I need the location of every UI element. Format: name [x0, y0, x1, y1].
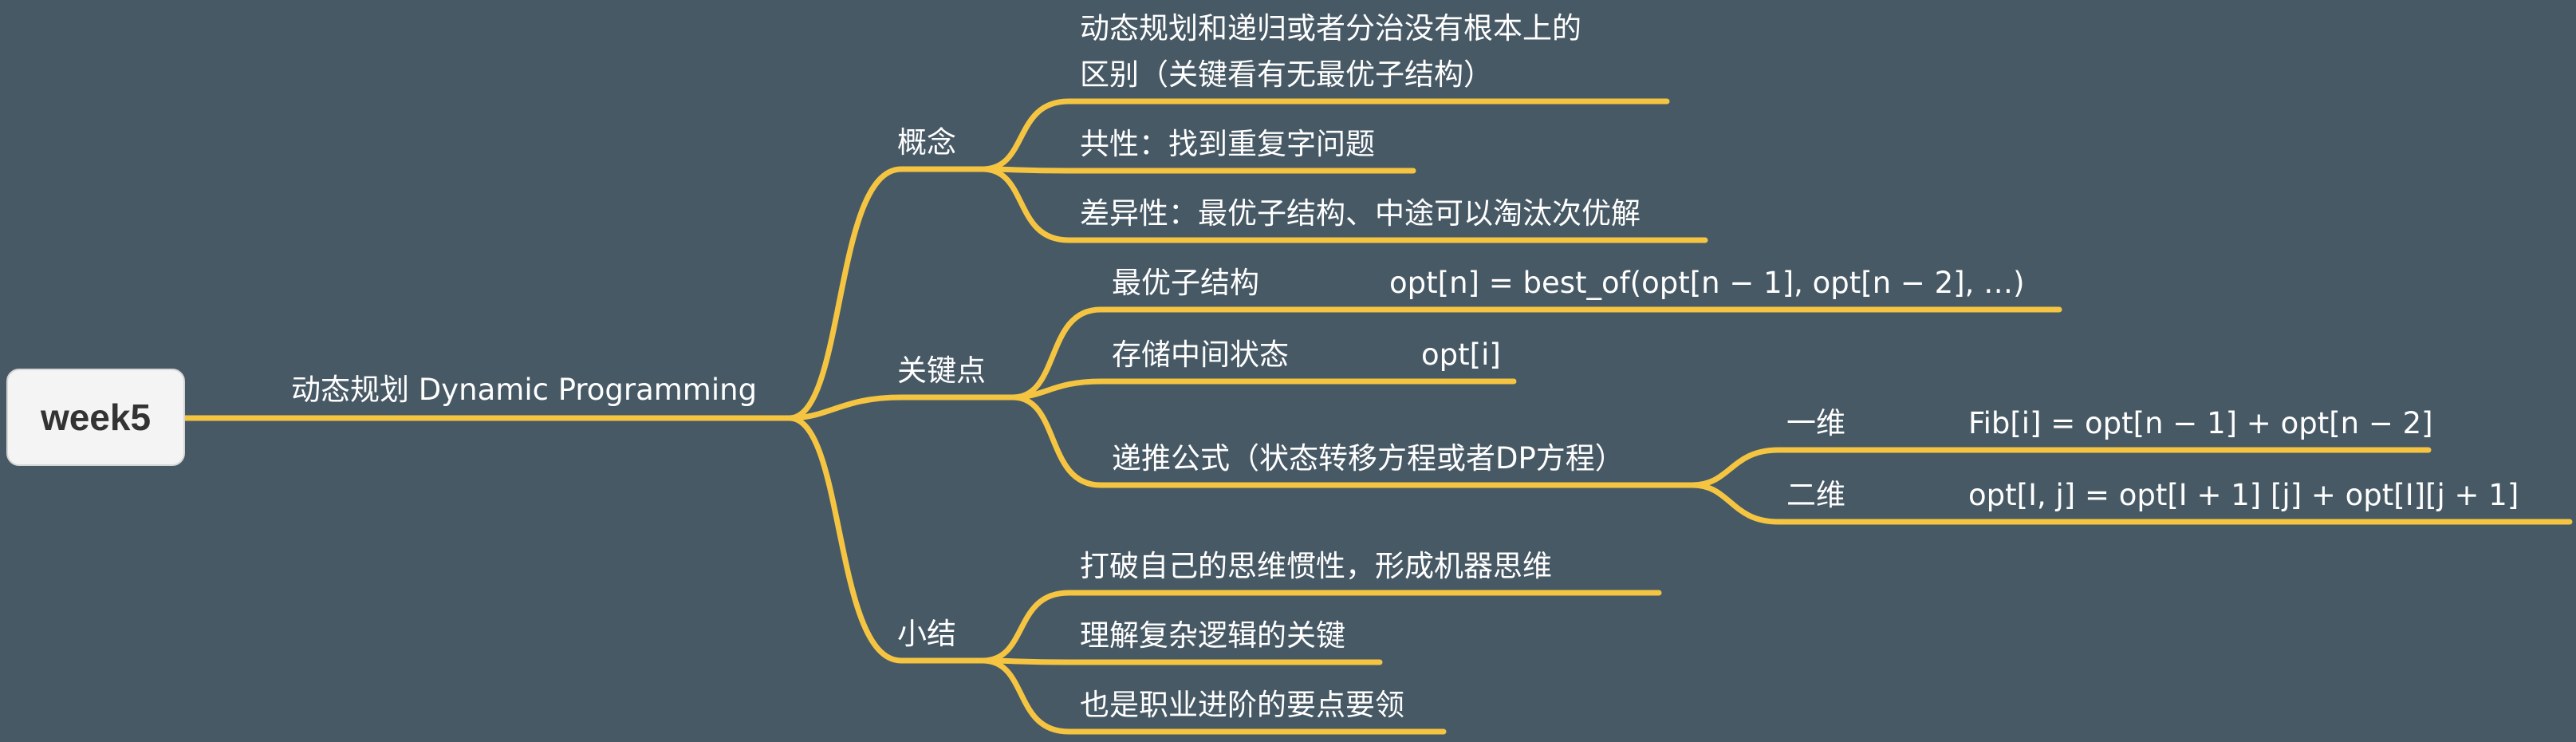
node-concept-3[interactable]: 差异性：最优子结构、中途可以淘汰次优解 — [1080, 195, 1641, 232]
node-keypoints[interactable]: 关键点 — [897, 353, 986, 389]
node-store-state[interactable]: 存储中间状态 — [1112, 337, 1289, 373]
edge-summary-2 — [979, 657, 1383, 665]
node-dp-equation[interactable]: 递推公式（状态转移方程或者DP方程） — [1112, 440, 1625, 477]
node-summary-1[interactable]: 打破自己的思维惯性，形成机器思维 — [1080, 548, 1552, 585]
node-concepts[interactable]: 概念 — [897, 124, 956, 161]
edge-concept-2 — [979, 166, 1416, 174]
formula-dp-2d: opt[I, j] = opt[I + 1] [j] + opt[I][j + … — [1968, 478, 2519, 512]
formula-dp-1d: Fib[i] = opt[n − 1] + opt[n − 2] — [1968, 406, 2433, 440]
node-dynamic-programming[interactable]: 动态规划 Dynamic Programming — [291, 372, 757, 408]
node-dp-1d[interactable]: 一维 — [1786, 405, 1845, 442]
edge-level1-keypoints — [786, 394, 1016, 421]
node-summary[interactable]: 小结 — [897, 616, 956, 653]
node-summary-3[interactable]: 也是职业进阶的要点要领 — [1080, 687, 1404, 724]
mindmap-canvas: week5 动态规划 Dynamic Programming 概念 动态规划和递… — [0, 0, 2576, 742]
node-optimal-substructure[interactable]: 最优子结构 — [1112, 265, 1259, 302]
node-concept-1-line1[interactable]: 动态规划和递归或者分治没有根本上的 — [1080, 10, 1581, 47]
node-dp-2d[interactable]: 二维 — [1786, 477, 1845, 514]
node-concept-1-line2[interactable]: 区别（关键看有无最优子结构） — [1080, 57, 1493, 93]
formula-store-state: opt[i] — [1421, 337, 1501, 372]
node-concept-2[interactable]: 共性：找到重复字问题 — [1080, 126, 1375, 163]
root-node[interactable]: week5 — [6, 369, 185, 466]
node-summary-2[interactable]: 理解复杂逻辑的关键 — [1080, 618, 1345, 654]
formula-optimal-substructure: opt[n] = best_of(opt[n − 1], opt[n − 2],… — [1389, 266, 2025, 300]
edge-keypoint-2 — [1010, 378, 1517, 401]
